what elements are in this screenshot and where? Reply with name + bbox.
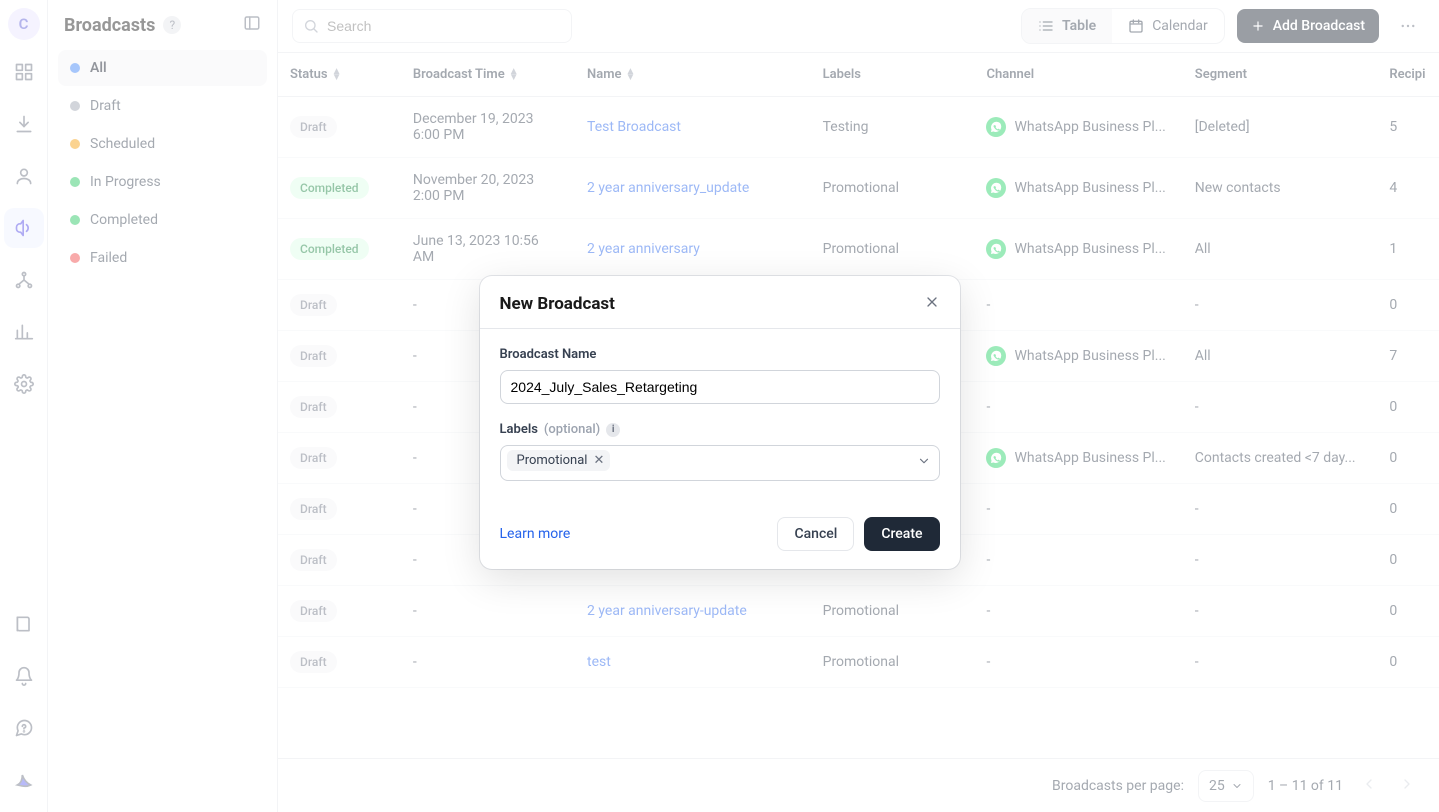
modal-title: New Broadcast — [500, 294, 615, 314]
close-icon — [924, 294, 940, 310]
cancel-button[interactable]: Cancel — [777, 517, 854, 551]
modal-close-button[interactable] — [924, 294, 940, 314]
chevron-down-icon — [917, 454, 931, 468]
create-button[interactable]: Create — [864, 517, 939, 551]
remove-tag-icon[interactable]: ✕ — [593, 454, 604, 467]
labels-label: Labels — [500, 422, 538, 437]
label-tag: Promotional✕ — [507, 450, 611, 471]
labels-select[interactable]: Promotional✕ — [500, 445, 940, 481]
broadcast-name-input[interactable] — [500, 370, 940, 404]
broadcast-name-label: Broadcast Name — [500, 347, 940, 362]
labels-optional: (optional) — [544, 422, 600, 437]
info-icon[interactable]: i — [606, 423, 620, 437]
learn-more-link[interactable]: Learn more — [500, 526, 571, 542]
modal-overlay: New Broadcast Broadcast Name Labels (opt… — [0, 0, 1439, 812]
new-broadcast-modal: New Broadcast Broadcast Name Labels (opt… — [480, 276, 960, 569]
